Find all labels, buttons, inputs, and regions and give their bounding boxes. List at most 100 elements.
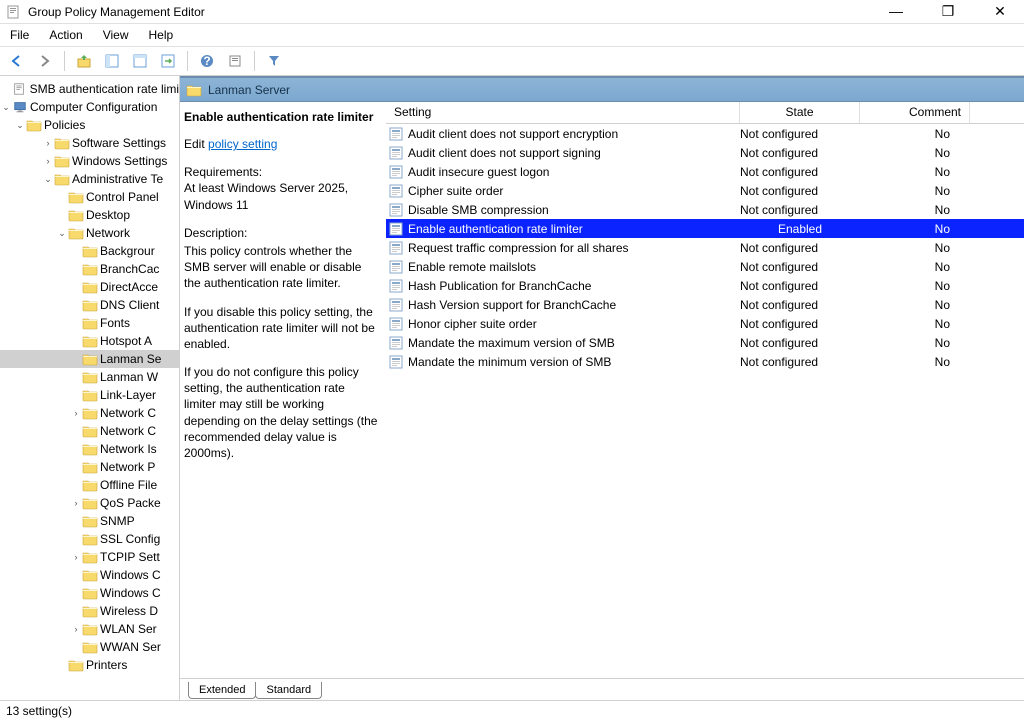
tree-item[interactable]: ⌄Policies: [0, 116, 179, 134]
tree-item[interactable]: Wireless D: [0, 602, 179, 620]
folder-icon: [82, 550, 98, 564]
setting-comment: No: [935, 317, 950, 331]
back-button[interactable]: [6, 50, 28, 72]
tree-item-label: QoS Packe: [100, 496, 161, 510]
tree-item[interactable]: ›WLAN Ser: [0, 620, 179, 638]
tree-twisty-icon[interactable]: ›: [70, 408, 82, 418]
tree-item[interactable]: SSL Config: [0, 530, 179, 548]
tree-item-label: Wireless D: [100, 604, 158, 618]
folder-icon: [82, 424, 98, 438]
col-setting[interactable]: Setting: [386, 102, 740, 123]
list-item[interactable]: Mandate the maximum version of SMBNot co…: [386, 333, 1024, 352]
folder-icon: [82, 388, 98, 402]
tree-twisty-icon[interactable]: ›: [70, 624, 82, 634]
tree-item[interactable]: Network Is: [0, 440, 179, 458]
tab-standard[interactable]: Standard: [255, 682, 322, 699]
list-item[interactable]: Hash Publication for BranchCacheNot conf…: [386, 276, 1024, 295]
tree-item[interactable]: Offline File: [0, 476, 179, 494]
tree-item[interactable]: › Software Settings: [0, 134, 179, 152]
tree-twisty-icon[interactable]: ⌄: [14, 120, 26, 131]
properties-button[interactable]: [129, 50, 151, 72]
setting-state: Not configured: [740, 260, 818, 274]
tree-item[interactable]: Control Panel: [0, 188, 179, 206]
tree-twisty-icon[interactable]: ›: [42, 156, 54, 166]
refresh-button[interactable]: [224, 50, 246, 72]
list-item[interactable]: Hash Version support for BranchCacheNot …: [386, 295, 1024, 314]
list-item[interactable]: Enable remote mailslotsNot configuredNo: [386, 257, 1024, 276]
show-hide-tree-button[interactable]: [101, 50, 123, 72]
list-item[interactable]: Mandate the minimum version of SMBNot co…: [386, 352, 1024, 371]
list-item[interactable]: Audit insecure guest logonNot configured…: [386, 162, 1024, 181]
tree-item[interactable]: SMB authentication rate limi: [0, 80, 179, 98]
tree-item[interactable]: Network C: [0, 422, 179, 440]
tree-item-label: Hotspot A: [100, 334, 152, 348]
tree-item[interactable]: Printers: [0, 656, 179, 674]
tree-item-label: Software Settings: [72, 136, 166, 150]
export-button[interactable]: [157, 50, 179, 72]
tree-item[interactable]: DNS Client: [0, 296, 179, 314]
list-item[interactable]: Cipher suite orderNot configuredNo: [386, 181, 1024, 200]
tree-view[interactable]: SMB authentication rate limi⌄Computer Co…: [0, 76, 180, 700]
menu-view[interactable]: View: [103, 28, 129, 42]
tree-item[interactable]: ⌄Computer Configuration: [0, 98, 179, 116]
forward-button[interactable]: [34, 50, 56, 72]
tree-item[interactable]: Backgrour: [0, 242, 179, 260]
list-item[interactable]: Audit client does not support signingNot…: [386, 143, 1024, 162]
setting-icon: [388, 146, 404, 160]
minimize-button[interactable]: —: [878, 3, 914, 20]
tree-item[interactable]: Windows C: [0, 584, 179, 602]
tree-item[interactable]: ›Network C: [0, 404, 179, 422]
col-comment[interactable]: Comment: [860, 102, 970, 123]
setting-name: Audit insecure guest logon: [408, 165, 549, 179]
tree-item[interactable]: Link-Layer: [0, 386, 179, 404]
edit-policy-link[interactable]: policy setting: [208, 137, 277, 151]
tree-item[interactable]: DirectAcce: [0, 278, 179, 296]
settings-list[interactable]: Setting State Comment Audit client does …: [386, 102, 1024, 678]
tree-twisty-icon[interactable]: ⌄: [56, 228, 68, 239]
tree-item[interactable]: Fonts: [0, 314, 179, 332]
maximize-button[interactable]: ❐: [930, 3, 966, 20]
tab-extended[interactable]: Extended: [188, 682, 256, 699]
tree-item[interactable]: Lanman W: [0, 368, 179, 386]
list-item[interactable]: Enable authentication rate limiterEnable…: [386, 219, 1024, 238]
tree-item[interactable]: ⌄Administrative Te: [0, 170, 179, 188]
tree-item[interactable]: Network P: [0, 458, 179, 476]
help-button[interactable]: ?: [196, 50, 218, 72]
tree-item[interactable]: Lanman Se: [0, 350, 179, 368]
tree-item[interactable]: SNMP: [0, 512, 179, 530]
tree-item[interactable]: ⌄ Network: [0, 224, 179, 242]
tree-item[interactable]: Windows C: [0, 566, 179, 584]
list-item[interactable]: Honor cipher suite orderNot configuredNo: [386, 314, 1024, 333]
tree-item[interactable]: ›Windows Settings: [0, 152, 179, 170]
tree-item-label: Control Panel: [86, 190, 159, 204]
tree-item[interactable]: › QoS Packe: [0, 494, 179, 512]
list-item[interactable]: Disable SMB compressionNot configuredNo: [386, 200, 1024, 219]
tree-item[interactable]: BranchCac: [0, 260, 179, 278]
tree-item-label: Network: [86, 226, 130, 240]
tree-item[interactable]: WWAN Ser: [0, 638, 179, 656]
col-state[interactable]: State: [740, 102, 860, 123]
setting-icon: [388, 222, 404, 236]
menu-file[interactable]: File: [10, 28, 29, 42]
setting-comment: No: [935, 146, 950, 160]
menu-help[interactable]: Help: [149, 28, 174, 42]
tree-twisty-icon[interactable]: ›: [70, 552, 82, 562]
tree-item[interactable]: Hotspot A: [0, 332, 179, 350]
filter-button[interactable]: [263, 50, 285, 72]
tree-item[interactable]: Desktop: [0, 206, 179, 224]
list-item[interactable]: Audit client does not support encryption…: [386, 124, 1024, 143]
tree-twisty-icon[interactable]: ⌄: [0, 102, 12, 113]
tree-twisty-icon[interactable]: ›: [42, 138, 54, 148]
list-item[interactable]: Request traffic compression for all shar…: [386, 238, 1024, 257]
tree-twisty-icon[interactable]: ⌄: [42, 174, 54, 185]
menu-action[interactable]: Action: [49, 28, 82, 42]
tree-item[interactable]: ›TCPIP Sett: [0, 548, 179, 566]
setting-comment: No: [935, 355, 950, 369]
tree-twisty-icon[interactable]: ›: [70, 498, 82, 508]
setting-name: Hash Version support for BranchCache: [408, 298, 616, 312]
setting-state: Not configured: [740, 146, 818, 160]
folder-icon: [54, 154, 70, 168]
close-button[interactable]: ✕: [982, 3, 1018, 20]
up-button[interactable]: [73, 50, 95, 72]
tree-item-label: DirectAcce: [100, 280, 158, 294]
